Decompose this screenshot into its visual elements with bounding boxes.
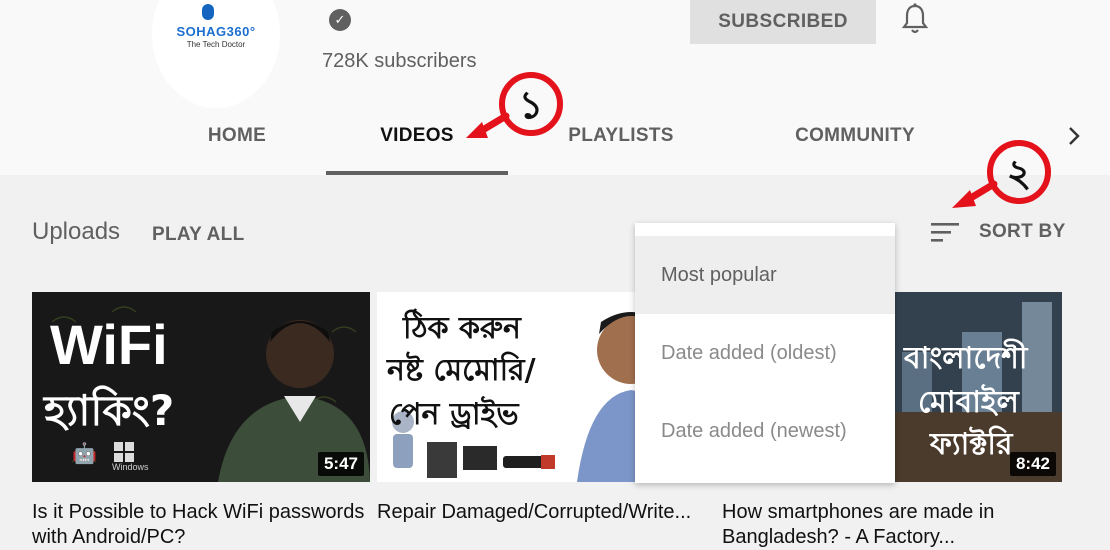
sort-option-newest[interactable]: Date added (newest) bbox=[635, 392, 895, 470]
video-duration: 5:47 bbox=[317, 452, 364, 476]
tab-community[interactable]: COMMUNITY bbox=[766, 110, 944, 175]
notification-bell-icon[interactable] bbox=[900, 2, 930, 36]
thumbnail-text: ফ্যাক্টরি bbox=[930, 427, 1013, 462]
thumbnail-text: WiFi bbox=[50, 313, 168, 376]
annotation-marker-1-label: ১ bbox=[519, 83, 544, 127]
thumbnail-os-label: Windows bbox=[112, 462, 149, 472]
channel-logo-tagline: The Tech Doctor bbox=[186, 40, 246, 49]
annotation-marker-1: ১ bbox=[466, 72, 563, 138]
subscriber-count: 728K subscribers bbox=[322, 50, 477, 72]
video-title[interactable]: Repair Damaged/Corrupted/Write... bbox=[377, 500, 712, 525]
tab-home[interactable]: HOME bbox=[186, 110, 288, 175]
sort-option-most-popular[interactable]: Most popular bbox=[635, 236, 895, 314]
channel-avatar[interactable]: SOHAG360° The Tech Doctor bbox=[152, 0, 280, 108]
video-duration: 8:42 bbox=[1009, 452, 1056, 476]
sort-option-oldest[interactable]: Date added (oldest) bbox=[635, 314, 895, 392]
sort-dropdown-menu: Most popular Date added (oldest) Date ad… bbox=[635, 223, 895, 483]
microphone-icon bbox=[202, 4, 214, 20]
verified-check-icon: ✓ bbox=[329, 9, 351, 31]
play-all-button[interactable]: PLAY ALL bbox=[152, 224, 245, 246]
annotation-marker-2-label: ২ bbox=[1007, 151, 1032, 195]
video-title[interactable]: How smartphones are made in Bangladesh? … bbox=[722, 500, 1057, 550]
sort-icon[interactable] bbox=[930, 220, 962, 244]
sort-by-button[interactable]: SORT BY bbox=[979, 221, 1066, 243]
section-title: Uploads bbox=[32, 218, 121, 245]
video-title[interactable]: Is it Possible to Hack WiFi passwords wi… bbox=[32, 500, 367, 550]
thumbnail-text: পেন ড্রাইভ bbox=[389, 397, 519, 432]
channel-logo-text: SOHAG360° bbox=[176, 24, 256, 39]
subscribed-button[interactable]: SUBSCRIBED bbox=[690, 0, 876, 44]
video-thumbnail[interactable]: 🤖 WiFi হ্যাকিং? Windows 5:47 bbox=[32, 292, 370, 482]
thumbnail-text: হ্যাকিং? bbox=[44, 386, 175, 435]
chevron-right-icon[interactable] bbox=[1064, 120, 1086, 152]
annotation-marker-2: ২ bbox=[952, 140, 1051, 208]
